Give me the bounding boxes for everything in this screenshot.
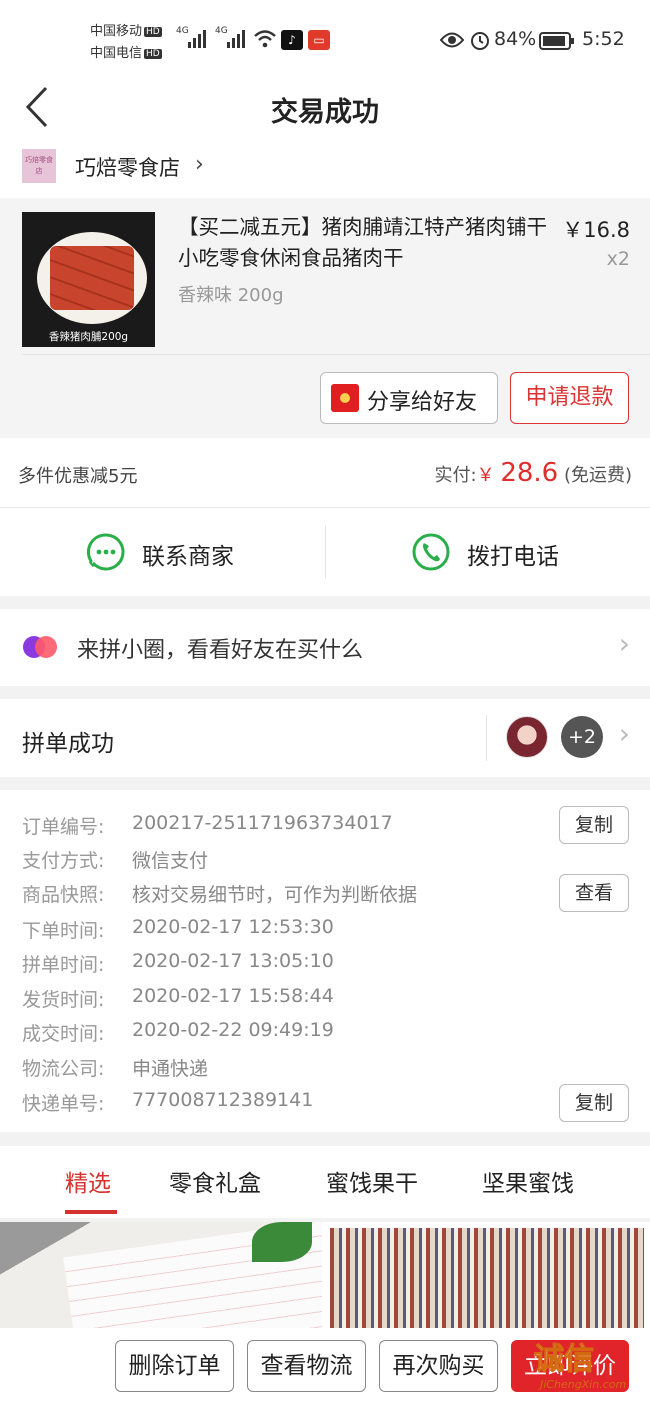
recommend-item-image[interactable] [330, 1228, 644, 1328]
share-button-label: 分享给好友 [367, 390, 478, 415]
request-refund-button[interactable]: 申请退款 [510, 372, 629, 424]
product-image-caption: 香辣猪肉脯200g [22, 327, 155, 347]
buy-again-button[interactable]: 再次购买 [379, 1340, 498, 1392]
paid-total: 实付:￥ 28.6 (免运费) [435, 458, 632, 488]
copy-tracking-number-button[interactable]: 复制 [559, 1084, 629, 1122]
carrier-1: 中国移动 HD [90, 24, 162, 39]
status-bar: 中国移动 HD 中国电信 HD 4G 4G ♪ ▭ 84% 5:52 [0, 0, 650, 80]
tab-featured[interactable]: 精选 [65, 1164, 111, 1198]
app-notification-icon: ▭ [308, 30, 330, 50]
watermark-logo: 诚信 JiChengXin.com [534, 1334, 646, 1404]
view-logistics-button[interactable]: 查看物流 [247, 1340, 366, 1392]
chat-icon [86, 533, 125, 572]
watermark-brand: 诚信 [534, 1342, 595, 1378]
group-buy-row[interactable]: 拼单成功 +2 › [0, 699, 650, 777]
carrier-2: 中国电信 HD [90, 46, 162, 61]
order-info: 订单编号: 200217-251171963734017 支付方式: 微信支付 商品… [0, 790, 650, 1132]
view-snapshot-button[interactable]: 查看 [559, 874, 629, 912]
paid-amount: 28.6 [500, 458, 559, 488]
call-phone-button[interactable]: 拨打电话 [325, 508, 650, 596]
friend-circle-label: 来拼小圈，看看好友在买什么 [77, 638, 364, 663]
shop-row[interactable]: 巧焙零食店 巧焙零食店 › [0, 138, 650, 198]
recommend-tabs: 精选 零食礼盒 蜜饯果干 坚果蜜饯 [0, 1146, 650, 1218]
shop-logo: 巧焙零食店 [22, 149, 56, 183]
battery-percent: 84% [494, 28, 537, 50]
friend-circle-row[interactable]: 来拼小圈，看看好友在买什么 › [0, 609, 650, 686]
page-title: 交易成功 [271, 97, 379, 128]
product-quantity: x2 [606, 248, 630, 270]
delete-order-button[interactable]: 删除订单 [115, 1340, 234, 1392]
tab-nuts[interactable]: 坚果蜜饯 [482, 1164, 574, 1198]
signal-icon-2 [227, 30, 245, 48]
payment-summary: 多件优惠减5元 实付:￥ 28.6 (免运费) [0, 438, 650, 508]
wifi-icon [254, 30, 276, 48]
chevron-right-icon: › [618, 627, 630, 660]
tab-snack-gift-box[interactable]: 零食礼盒 [169, 1164, 261, 1198]
product-price: ￥16.8 [562, 218, 630, 242]
product-image[interactable]: 香辣猪肉脯200g [22, 212, 155, 347]
eye-icon [440, 32, 464, 48]
product-spec: 香辣味 200g [178, 285, 284, 306]
chevron-right-icon: › [195, 152, 204, 177]
circle-logo-icon [23, 636, 57, 658]
product-title[interactable]: 【买二减五元】猪肉脯靖江特产猪肉铺干小吃零食休闲食品猪肉干 [178, 212, 548, 274]
product-card[interactable]: 香辣猪肉脯200g 【买二减五元】猪肉脯靖江特产猪肉铺干小吃零食休闲食品猪肉干 … [0, 198, 650, 438]
paid-label: 实付: [434, 465, 477, 486]
clock-time: 5:52 [582, 28, 625, 50]
network-type-2: 4G [215, 26, 228, 36]
contact-row: 联系商家 拨打电话 [0, 508, 650, 596]
divider [22, 354, 650, 355]
share-to-friend-button[interactable]: 分享给好友 [320, 372, 498, 424]
recommend-item-image[interactable] [0, 1222, 322, 1328]
currency-symbol: ￥ [476, 465, 495, 486]
call-phone-label: 拨打电话 [467, 544, 559, 570]
contact-merchant-label: 联系商家 [142, 544, 234, 570]
nav-bar: 交易成功 [0, 80, 650, 138]
battery-icon [539, 32, 574, 50]
discount-text: 多件优惠减5元 [18, 466, 138, 487]
alarm-icon [471, 32, 489, 50]
group-buy-status: 拼单成功 [22, 731, 114, 757]
contact-merchant-button[interactable]: 联系商家 [0, 508, 325, 596]
phone-icon [412, 533, 450, 571]
avatar [506, 716, 548, 758]
copy-order-number-button[interactable]: 复制 [559, 806, 629, 844]
recommendation-grid [0, 1222, 650, 1328]
shop-name[interactable]: 巧焙零食店 [75, 152, 180, 182]
chevron-right-icon: › [618, 717, 630, 750]
shipping-note: (免运费) [563, 465, 632, 486]
tab-dried-fruit[interactable]: 蜜饯果干 [326, 1164, 418, 1198]
signal-icon [188, 30, 206, 48]
watermark-site: JiChengXin.com [540, 1378, 627, 1391]
network-type-1: 4G [176, 26, 189, 36]
tiktok-icon: ♪ [281, 30, 303, 50]
active-tab-indicator [65, 1210, 117, 1214]
red-envelope-icon [331, 384, 359, 412]
more-members-badge: +2 [561, 716, 603, 758]
